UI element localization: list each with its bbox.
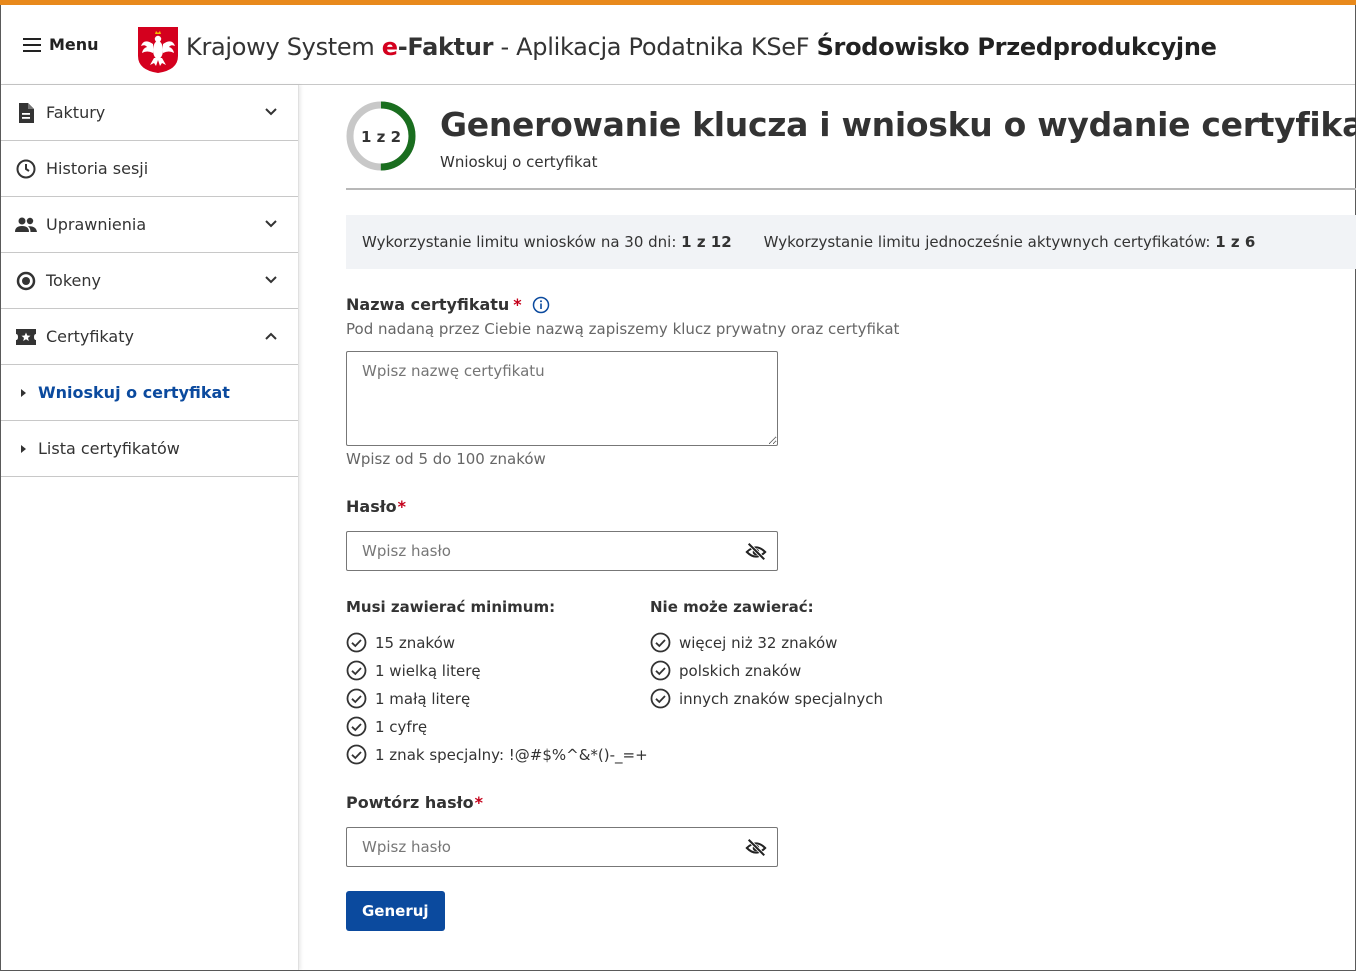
check-circle-icon — [650, 632, 671, 653]
check-circle-icon — [346, 632, 367, 653]
password-field — [346, 531, 778, 571]
sidebar-item-label: Faktury — [46, 103, 106, 122]
rule-item: więcej niż 32 znaków — [650, 632, 837, 653]
title-divider — [346, 188, 1356, 190]
token-icon — [15, 270, 37, 292]
sidebar-item-historia-sesji[interactable]: Historia sesji — [1, 141, 298, 197]
password-repeat-field — [346, 827, 778, 867]
eye-off-icon[interactable] — [745, 541, 767, 563]
required-mark: * — [474, 793, 483, 812]
menu-button[interactable]: Menu — [23, 35, 99, 54]
requests-limit-value: 1 z 12 — [681, 233, 732, 251]
active-certs-limit: Wykorzystanie limitu jednocześnie aktywn… — [763, 233, 1256, 251]
sidebar-item-uprawnienia[interactable]: Uprawnienia — [1, 197, 298, 253]
sidebar-item-tokeny[interactable]: Tokeny — [1, 253, 298, 309]
page-title: Generowanie klucza i wniosku o wydanie c… — [440, 105, 1356, 144]
rule-item: 1 znak specjalny: !@#$%^&*()-_=+ — [346, 744, 648, 765]
rule-item: innych znaków specjalnych — [650, 688, 883, 709]
sidebar-subitem-lista[interactable]: Lista certyfikatów — [1, 421, 298, 477]
people-icon — [15, 214, 37, 236]
generate-button[interactable]: Generuj — [346, 891, 445, 931]
menu-label: Menu — [49, 35, 99, 54]
step-label: 1 z 2 — [361, 128, 401, 146]
password-repeat-label: Powtórz hasło * — [346, 793, 483, 812]
cert-name-hint: Wpisz od 5 do 100 znaków — [346, 450, 546, 468]
app-title-suffix: - Aplikacja Podatnika KSeF — [493, 33, 817, 61]
environment-label: Środowisko Przedprodukcyjne — [816, 33, 1217, 61]
bullet-triangle-icon — [21, 444, 26, 453]
rule-item: 1 cyfrę — [346, 716, 427, 737]
app-title-prefix: Krajowy System — [186, 33, 382, 61]
sidebar-item-label: Certyfikaty — [46, 327, 134, 346]
cert-name-description: Pod nadaną przez Ciebie nazwą zapiszemy … — [346, 320, 900, 338]
sidebar-item-label: Uprawnienia — [46, 215, 147, 234]
clock-icon — [15, 158, 37, 180]
chevron-down-icon — [265, 108, 277, 116]
rule-item: 1 małą literę — [346, 688, 470, 709]
info-icon[interactable] — [532, 296, 550, 314]
check-circle-icon — [346, 744, 367, 765]
sidebar-item-label: Historia sesji — [46, 159, 149, 178]
check-circle-icon — [650, 688, 671, 709]
chevron-down-icon — [265, 220, 277, 228]
password-repeat-input[interactable] — [347, 828, 727, 866]
document-icon — [15, 102, 37, 124]
app-header: Menu Krajowy System e-Faktur - Aplikacja… — [1, 5, 1355, 85]
chevron-up-icon — [265, 332, 277, 340]
sidebar-subitem-label: Wnioskuj o certyfikat — [38, 383, 230, 402]
step-progress-indicator: 1 z 2 — [346, 101, 416, 171]
app-title: Krajowy System e-Faktur - Aplikacja Poda… — [186, 33, 1217, 61]
required-mark: * — [513, 295, 522, 314]
hamburger-icon — [23, 37, 41, 52]
limits-info-bar: Wykorzystanie limitu wniosków na 30 dni:… — [346, 215, 1356, 269]
cert-name-textarea[interactable] — [346, 351, 778, 446]
sidebar-subitem-label: Lista certyfikatów — [38, 439, 180, 458]
sidebar-item-label: Tokeny — [46, 271, 101, 290]
cert-name-label: Nazwa certyfikatu * — [346, 295, 550, 314]
check-circle-icon — [650, 660, 671, 681]
check-circle-icon — [346, 660, 367, 681]
eye-off-icon[interactable] — [745, 837, 767, 859]
sidebar-item-faktury[interactable]: Faktury — [1, 85, 298, 141]
sidebar-item-certyfikaty[interactable]: Certyfikaty — [1, 309, 298, 365]
sidebar-subitem-wnioskuj[interactable]: Wnioskuj o certyfikat — [1, 365, 298, 421]
page-subtitle: Wnioskuj o certyfikat — [440, 153, 598, 171]
poland-emblem-icon — [138, 27, 178, 73]
bullet-triangle-icon — [21, 388, 26, 397]
check-circle-icon — [346, 716, 367, 737]
requests-limit: Wykorzystanie limitu wniosków na 30 dni:… — [362, 233, 732, 251]
check-circle-icon — [346, 688, 367, 709]
rules-must-heading: Musi zawierać minimum: — [346, 598, 556, 616]
password-input[interactable] — [347, 532, 727, 570]
required-mark: * — [397, 497, 407, 516]
app-title-e: e — [381, 33, 398, 61]
certificate-icon — [15, 326, 37, 348]
rule-item: 15 znaków — [346, 632, 455, 653]
sidebar: Faktury Historia sesji Uprawnienia Token… — [1, 85, 299, 970]
active-certs-limit-value: 1 z 6 — [1215, 233, 1256, 251]
rules-cannot-heading: Nie może zawierać: — [650, 598, 814, 616]
password-label: Hasło * — [346, 497, 407, 516]
rule-item: polskich znaków — [650, 660, 801, 681]
rule-item: 1 wielką literę — [346, 660, 481, 681]
chevron-down-icon — [265, 276, 277, 284]
app-title-faktur: -Faktur — [397, 33, 494, 61]
